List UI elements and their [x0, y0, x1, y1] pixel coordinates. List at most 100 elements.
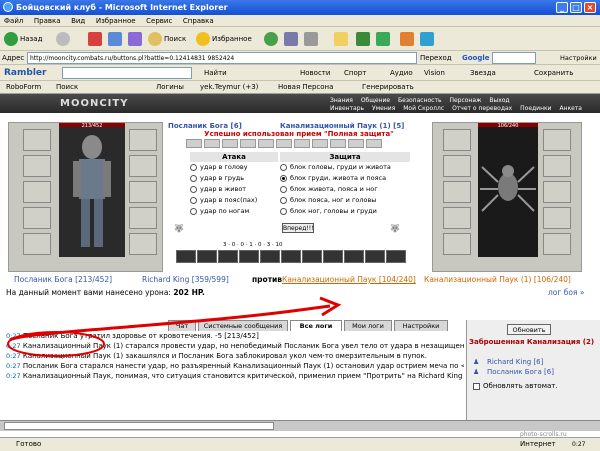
player-entry[interactable]: Посланик Бога [6] — [487, 368, 554, 376]
print-button[interactable] — [304, 31, 320, 47]
folder-button[interactable] — [334, 31, 350, 47]
defense-option[interactable]: блок груди, живота и пояса — [280, 173, 410, 184]
fighter-left-name[interactable]: Посланик Бога [6] — [168, 122, 242, 130]
forward-button[interactable] — [56, 31, 72, 47]
defense-option[interactable]: блок головы, груди и живота — [280, 162, 410, 173]
armor-slot[interactable] — [23, 207, 51, 229]
fight-left-ally[interactable]: Richard King [359/599] — [142, 275, 229, 284]
fight-right-name[interactable]: Канализационный Паук [104/240] — [282, 275, 416, 284]
weapon-slot[interactable] — [239, 250, 259, 263]
radio-icon[interactable] — [190, 174, 197, 182]
nav-communication[interactable]: Общение — [361, 97, 390, 104]
amulet-slot[interactable] — [23, 155, 51, 177]
attack-option[interactable]: удар в голову — [190, 162, 278, 173]
spell-slot[interactable] — [312, 139, 328, 148]
rambler-find-button[interactable]: Найти — [204, 65, 227, 81]
fighter-right-name[interactable]: Канализационный Паук (1) [5] — [280, 122, 404, 130]
subnav-transfers[interactable]: Отчет о переводах — [452, 105, 512, 112]
spell-slot[interactable] — [258, 139, 274, 148]
maximize-button[interactable]: □ — [570, 2, 582, 13]
rambler-save[interactable]: Сохранить — [534, 65, 573, 81]
subnav-scrolls[interactable]: Мой Скроллс — [403, 105, 444, 112]
roboform-new-persona[interactable]: Новая Персона — [278, 81, 333, 94]
radio-icon[interactable] — [190, 196, 197, 204]
rambler-audio[interactable]: Аудио — [390, 65, 413, 81]
google-search-input[interactable] — [492, 52, 536, 64]
roboform-logo[interactable]: RoboForm — [6, 81, 41, 94]
battle-log-link[interactable]: лог боя » — [548, 288, 584, 297]
radio-icon[interactable] — [280, 185, 287, 193]
search-button[interactable]: Поиск — [148, 31, 186, 47]
nav-knowledge[interactable]: Знания — [330, 97, 353, 104]
weapon-slot[interactable] — [260, 250, 280, 263]
nav-security[interactable]: Безопасность — [398, 97, 442, 104]
nav-character[interactable]: Персонаж — [449, 97, 481, 104]
messenger-button[interactable] — [356, 31, 372, 47]
auto-update-checkbox[interactable]: Обновлять автомат. — [473, 382, 558, 390]
defense-option[interactable]: блок живота, пояса и ног — [280, 184, 410, 195]
chat-input[interactable] — [4, 422, 274, 430]
weapon-slot[interactable] — [323, 250, 343, 263]
tab-chat[interactable]: Чат — [168, 320, 196, 331]
spell-slot[interactable] — [276, 139, 292, 148]
stop-button[interactable] — [88, 31, 104, 47]
mail-button[interactable] — [284, 31, 300, 47]
subnav-duels[interactable]: Поединки — [520, 105, 551, 112]
boots-slot[interactable] — [129, 233, 157, 255]
rambler-news[interactable]: Новости — [300, 65, 330, 81]
menu-file[interactable]: Файл — [0, 15, 27, 27]
menu-help[interactable]: Справка — [179, 15, 218, 27]
tab-my-logs[interactable]: Мои логи — [344, 320, 392, 331]
spell-slot[interactable] — [348, 139, 364, 148]
checkbox-icon[interactable] — [473, 382, 480, 390]
refresh-button[interactable]: Обновить — [507, 324, 551, 335]
roboform-search[interactable]: Поиск — [56, 81, 78, 94]
player-entry[interactable]: Richard King [6] — [487, 358, 543, 366]
spell-slot[interactable] — [222, 139, 238, 148]
spell-slot[interactable] — [240, 139, 256, 148]
attack-option[interactable]: удар по ногам — [190, 206, 278, 217]
earring-slot[interactable] — [129, 129, 157, 151]
spell-slot[interactable] — [186, 139, 202, 148]
research-button[interactable] — [400, 31, 416, 47]
back-button[interactable]: Назад — [4, 31, 42, 47]
weapon-slot[interactable] — [302, 250, 322, 263]
radio-icon[interactable] — [280, 163, 287, 171]
tab-settings[interactable]: Настройки — [394, 320, 448, 331]
attack-option[interactable]: удар в живот — [190, 184, 278, 195]
spell-slot[interactable] — [366, 139, 382, 148]
discuss-button[interactable] — [376, 31, 392, 47]
history-button[interactable] — [264, 31, 280, 47]
gloves-slot[interactable] — [129, 155, 157, 177]
radio-icon[interactable] — [280, 196, 287, 204]
attack-option[interactable]: удар в пояс(пах) — [190, 195, 278, 206]
weapon-slot[interactable] — [197, 250, 217, 263]
defense-option[interactable]: блок пояса, ног и головы — [280, 195, 410, 206]
weapon-slot[interactable] — [344, 250, 364, 263]
radio-icon[interactable] — [190, 163, 197, 171]
subnav-skills[interactable]: Умения — [372, 105, 395, 112]
menu-edit[interactable]: Правка — [30, 15, 65, 27]
address-input[interactable]: http://mooncity.combats.ru/buttons.pl?ba… — [27, 52, 417, 64]
rambler-star[interactable]: Звезда — [470, 65, 496, 81]
menu-favorites[interactable]: Избранное — [92, 15, 140, 27]
defense-option[interactable]: блок ног, головы и груди — [280, 206, 410, 217]
fight-left-name[interactable]: Посланик Бога [213/452] — [14, 275, 112, 284]
minimize-button[interactable]: _ — [556, 2, 568, 13]
weapon-slot[interactable] — [23, 181, 51, 203]
nav-exit[interactable]: Выход — [489, 97, 509, 104]
rambler-search-input[interactable] — [62, 67, 192, 79]
pants-slot[interactable] — [129, 207, 157, 229]
spell-slot[interactable] — [294, 139, 310, 148]
subnav-profile[interactable]: Анкета — [559, 105, 582, 112]
edit-button[interactable] — [420, 31, 436, 47]
settings-button[interactable]: Настройки — [560, 51, 597, 65]
radio-icon[interactable] — [190, 185, 197, 193]
rambler-vision[interactable]: Vision — [424, 65, 445, 81]
fight-right-name-2[interactable]: Канализационный Паук (1) [106/240] — [424, 275, 571, 284]
radio-selected-icon[interactable] — [280, 174, 287, 182]
roboform-logins[interactable]: Логины — [156, 81, 184, 94]
tab-system[interactable]: Системные сообщения — [198, 320, 288, 331]
favorites-button[interactable]: Избранное — [196, 31, 252, 47]
tab-all-logs[interactable]: Все логи — [290, 320, 342, 331]
